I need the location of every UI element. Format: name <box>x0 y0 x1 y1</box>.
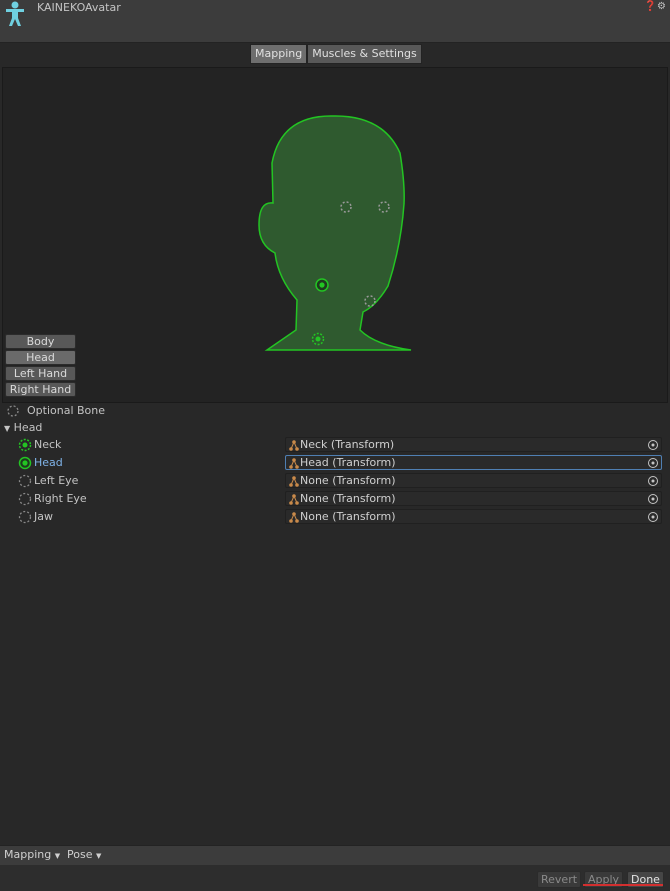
bone-row-right-eye: Right Eye None (Transform) <box>0 491 670 508</box>
bone-row-left-eye: Left Eye None (Transform) <box>0 473 670 490</box>
bone-optional-icon <box>18 492 32 506</box>
inspector-header: KAINEKOAvatar ❓ ⚙ <box>0 0 670 43</box>
bone-label: Head <box>34 456 63 469</box>
triangle-down-icon: ▼ <box>4 424 11 433</box>
bone-row-jaw: Jaw None (Transform) <box>0 509 670 526</box>
transform-field[interactable]: None (Transform) <box>285 509 662 524</box>
bone-mapped-icon <box>18 438 32 452</box>
window-title: KAINEKOAvatar <box>37 1 121 14</box>
mode-tabs: Mapping Muscles & Settings <box>250 44 422 64</box>
bone-row-head: Head Head (Transform) <box>0 455 670 472</box>
bone-label: Left Eye <box>34 474 79 487</box>
bone-optional-icon <box>18 474 32 488</box>
tab-mapping[interactable]: Mapping <box>250 44 308 64</box>
optional-bone-icon <box>7 405 19 417</box>
group-label: Head <box>13 421 43 434</box>
head-silhouette <box>258 115 412 351</box>
chevron-down-icon: ▼ <box>95 852 102 860</box>
bone-label: Right Eye <box>34 492 87 505</box>
mapping-dropdown[interactable]: Mapping ▼ <box>4 848 60 861</box>
transform-icon <box>289 476 299 487</box>
bone-mapped-icon <box>18 456 32 470</box>
body-part-right-hand-button[interactable]: Right Hand <box>5 382 76 397</box>
annotation-underline <box>583 884 663 886</box>
body-part-body-button[interactable]: Body <box>5 334 76 349</box>
footer: Revert Apply Done <box>0 865 670 891</box>
body-part-left-hand-button[interactable]: Left Hand <box>5 366 76 381</box>
transform-icon <box>289 440 299 451</box>
settings-icon[interactable]: ⚙ <box>657 1 666 12</box>
transform-field[interactable]: None (Transform) <box>285 473 662 488</box>
object-picker-icon[interactable] <box>647 439 659 451</box>
optional-bone-label: Optional Bone <box>27 404 106 417</box>
object-picker-icon[interactable] <box>647 457 659 469</box>
avatar-preview <box>2 67 668 403</box>
object-picker-icon[interactable] <box>647 511 659 523</box>
tab-muscles-settings[interactable]: Muscles & Settings <box>307 44 422 64</box>
transform-field[interactable]: Head (Transform) <box>285 455 662 470</box>
transform-icon <box>289 494 299 505</box>
help-icon[interactable]: ❓ <box>644 1 656 12</box>
object-picker-icon[interactable] <box>647 493 659 505</box>
pose-dropdown[interactable]: Pose ▼ <box>67 848 101 861</box>
avatar-figure-icon <box>6 1 24 26</box>
head-group-foldout[interactable]: ▼ Head <box>4 421 42 434</box>
revert-button[interactable]: Revert <box>537 871 582 888</box>
bottom-toolbar: Mapping ▼ Pose ▼ <box>0 845 670 865</box>
bone-label: Jaw <box>34 510 53 523</box>
object-picker-icon[interactable] <box>647 475 659 487</box>
transform-icon <box>289 458 299 469</box>
transform-icon <box>289 512 299 523</box>
bone-label: Neck <box>34 438 62 451</box>
transform-field[interactable]: Neck (Transform) <box>285 437 662 452</box>
transform-field[interactable]: None (Transform) <box>285 491 662 506</box>
chevron-down-icon: ▼ <box>54 852 61 860</box>
bone-row-neck: Neck Neck (Transform) <box>0 437 670 454</box>
body-part-head-button[interactable]: Head <box>5 350 76 365</box>
bone-optional-icon <box>18 510 32 524</box>
